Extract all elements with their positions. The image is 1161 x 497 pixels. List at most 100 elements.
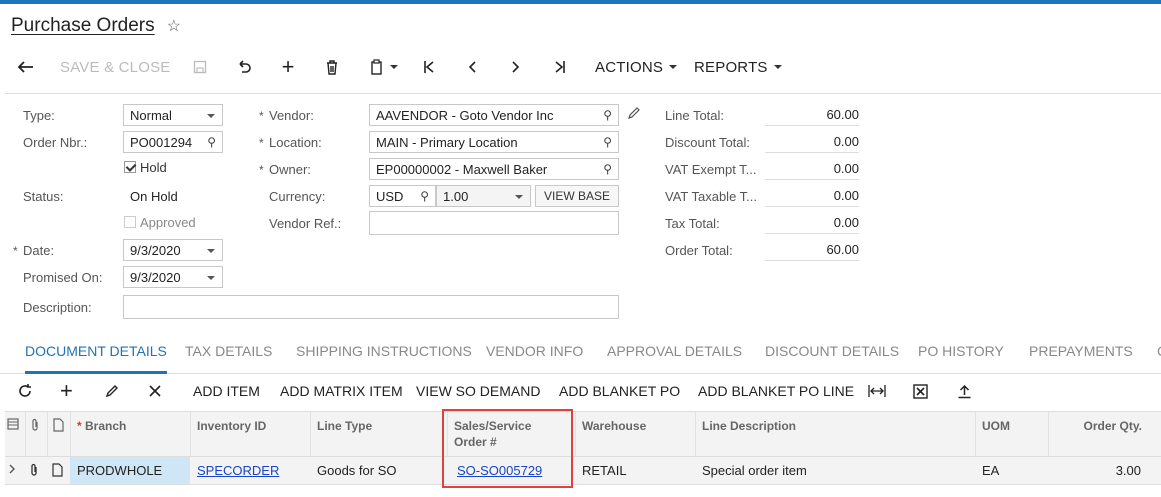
vendor-ref-label: Vendor Ref.:	[269, 216, 342, 231]
view-base-button[interactable]: VIEW BASE	[535, 185, 619, 207]
search-icon[interactable]: ⚲	[603, 135, 612, 149]
promised-on-value: 9/3/2020	[130, 270, 181, 285]
hold-label: Hold	[140, 160, 167, 175]
view-so-demand-button[interactable]: VIEW SO DEMAND	[416, 376, 540, 406]
favorite-star-icon[interactable]: ☆	[167, 16, 181, 36]
chevron-down-icon	[207, 114, 215, 118]
add-blanket-po-button[interactable]: ADD BLANKET PO	[559, 376, 680, 406]
order-nbr-label: Order Nbr.:	[23, 135, 88, 150]
refresh-icon[interactable]	[17, 376, 33, 406]
next-record-icon[interactable]	[505, 52, 527, 82]
vendor-field[interactable]: AAVENDOR - Goto Vendor Inc ⚲	[369, 104, 619, 126]
currency-rate-value: 1.00	[443, 189, 469, 204]
last-record-icon[interactable]	[549, 52, 571, 82]
location-label: Location:	[259, 135, 322, 150]
col-warehouse[interactable]: Warehouse	[575, 412, 695, 456]
add-blanket-po-line-button[interactable]: ADD BLANKET PO LINE	[698, 376, 854, 406]
row-expand-icon[interactable]	[5, 457, 25, 484]
upload-icon[interactable]	[957, 376, 972, 406]
delete-icon[interactable]	[321, 52, 343, 82]
tab-approval-details[interactable]: APPROVAL DETAILS	[607, 343, 742, 359]
status-value: On Hold	[130, 189, 178, 204]
col-inventory-id[interactable]: Inventory ID	[190, 412, 310, 456]
delete-row-icon[interactable]	[149, 376, 161, 406]
save-close-button[interactable]: SAVE & CLOSE	[60, 52, 171, 82]
document-details-grid: * Branch Inventory ID Line Type Sales/Se…	[5, 411, 1161, 497]
copy-paste-icon[interactable]	[366, 52, 402, 82]
reports-menu[interactable]: REPORTS	[694, 52, 782, 82]
cell-inventory-id[interactable]: SPECORDER	[190, 457, 310, 484]
cell-warehouse[interactable]: RETAIL	[575, 457, 695, 484]
page-title[interactable]: Purchase Orders	[11, 15, 155, 37]
owner-label: Owner:	[259, 162, 311, 177]
currency-rate-field[interactable]: 1.00	[436, 185, 531, 207]
first-record-icon[interactable]	[418, 52, 440, 82]
save-icon[interactable]	[189, 52, 211, 82]
top-accent-bar	[0, 0, 1161, 4]
hold-checkbox[interactable]	[124, 161, 136, 173]
vendor-ref-field[interactable]	[369, 211, 619, 235]
add-row-icon[interactable]: +	[60, 376, 73, 406]
line-total-label: Line Total:	[665, 108, 725, 123]
edit-pencil-icon[interactable]	[627, 106, 641, 123]
location-field[interactable]: MAIN - Primary Location ⚲	[369, 131, 619, 153]
vat-exempt-value: 0.00	[765, 158, 859, 180]
previous-record-icon[interactable]	[461, 52, 483, 82]
add-matrix-item-button[interactable]: ADD MATRIX ITEM	[280, 376, 403, 406]
undo-icon[interactable]	[233, 52, 255, 82]
search-icon[interactable]: ⚲	[420, 189, 429, 203]
tab-shipping-instructions[interactable]: SHIPPING INSTRUCTIONS	[296, 343, 472, 359]
approved-label: Approved	[140, 215, 196, 230]
export-excel-icon[interactable]	[913, 376, 928, 406]
col-branch[interactable]: * Branch	[70, 412, 190, 456]
col-line-description[interactable]: Line Description	[695, 412, 975, 456]
date-field[interactable]: 9/3/2020	[123, 239, 223, 261]
edit-pencil-icon[interactable]	[105, 376, 119, 406]
cell-line-type[interactable]: Goods for SO	[310, 457, 447, 484]
cell-order-qty[interactable]: 3.00	[1048, 457, 1148, 484]
order-total-value: 60.00	[765, 239, 859, 261]
currency-label: Currency:	[269, 189, 326, 204]
tab-document-details[interactable]: DOCUMENT DETAILS	[25, 343, 167, 374]
search-icon[interactable]: ⚲	[207, 135, 216, 149]
col-order-qty[interactable]: Order Qty.	[1048, 412, 1148, 456]
col-line-type[interactable]: Line Type	[310, 412, 447, 456]
cell-line-description[interactable]: Special order item	[695, 457, 975, 484]
table-row[interactable]: PRODWHOLE SPECORDER Goods for SO SO-SO00…	[5, 457, 1161, 485]
grid-toolbar: + ADD ITEM ADD MATRIX ITEM VIEW SO DEMAN…	[0, 376, 1161, 406]
row-note-icon[interactable]	[47, 457, 70, 484]
tab-po-history[interactable]: PO HISTORY	[918, 343, 1004, 359]
tab-tax-details[interactable]: TAX DETAILS	[185, 343, 272, 359]
inventory-id-link[interactable]: SPECORDER	[197, 463, 279, 478]
fit-columns-icon[interactable]	[868, 376, 886, 406]
currency-field[interactable]: USD ⚲	[369, 185, 436, 207]
row-attachment-icon[interactable]	[25, 457, 47, 484]
description-field[interactable]	[123, 295, 619, 319]
tab-vendor-info[interactable]: VENDOR INFO	[486, 343, 583, 359]
summary-form: Type: Normal Order Nbr.: PO001294 ⚲ Hold …	[5, 93, 1161, 329]
discount-total-label: Discount Total:	[665, 135, 751, 150]
type-value: Normal	[130, 108, 172, 123]
back-arrow-icon[interactable]	[12, 52, 38, 82]
add-icon[interactable]: +	[277, 52, 299, 82]
currency-value: USD	[376, 189, 404, 204]
tab-discount-details[interactable]: DISCOUNT DETAILS	[765, 343, 899, 359]
search-icon[interactable]: ⚲	[603, 162, 612, 176]
actions-menu[interactable]: ACTIONS	[595, 52, 678, 82]
cell-uom[interactable]: EA	[975, 457, 1048, 484]
search-icon[interactable]: ⚲	[603, 108, 612, 122]
order-nbr-field[interactable]: PO001294 ⚲	[123, 131, 223, 153]
approved-checkbox[interactable]	[124, 216, 136, 228]
add-item-button[interactable]: ADD ITEM	[193, 376, 260, 406]
owner-field[interactable]: EP00000002 - Maxwell Baker ⚲	[369, 158, 619, 180]
col-branch-label: Branch	[85, 419, 127, 433]
promised-on-label: Promised On:	[23, 270, 103, 285]
col-uom[interactable]: UOM	[975, 412, 1048, 456]
chevron-down-icon	[669, 65, 678, 69]
location-value: MAIN - Primary Location	[376, 135, 518, 150]
tab-overflow[interactable]: C	[1157, 343, 1161, 359]
type-select[interactable]: Normal	[123, 104, 223, 126]
tab-prepayments[interactable]: PREPAYMENTS	[1029, 343, 1133, 359]
promised-on-field[interactable]: 9/3/2020	[123, 266, 223, 288]
cell-branch[interactable]: PRODWHOLE	[70, 457, 190, 484]
